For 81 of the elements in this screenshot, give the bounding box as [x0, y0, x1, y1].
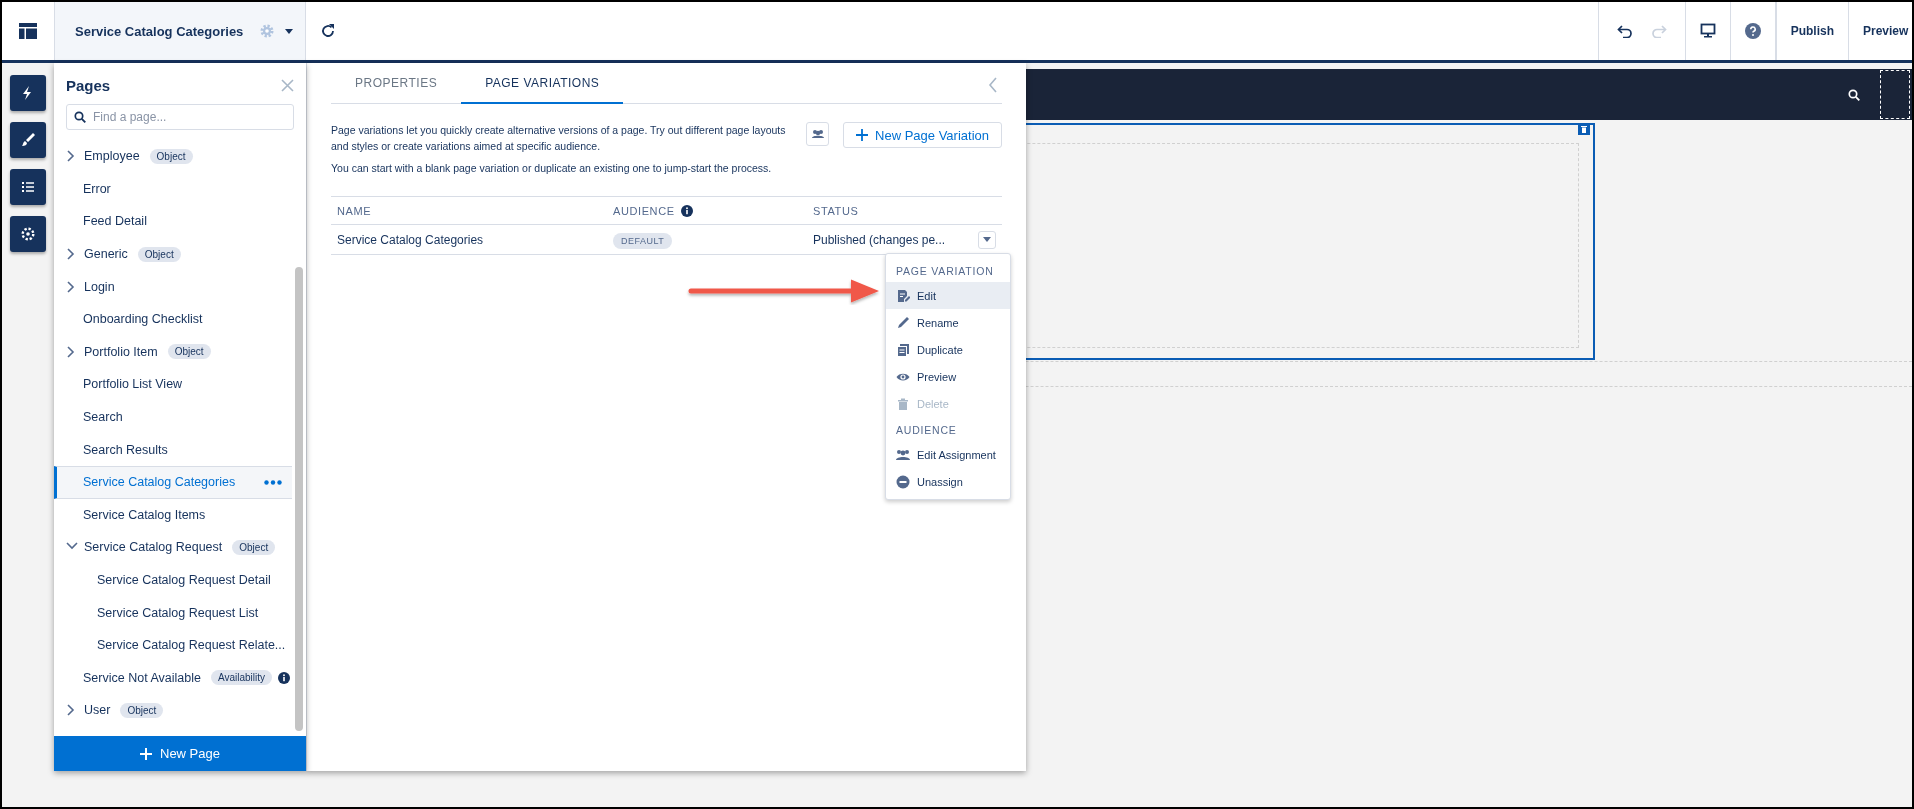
- menu-item[interactable]: Unassign: [886, 468, 1010, 495]
- column-header: AUDIENCE: [613, 204, 675, 217]
- menu-item[interactable]: Preview: [886, 363, 1010, 390]
- placeholder-slot: [1880, 70, 1910, 119]
- plus-icon: [856, 129, 869, 141]
- status-text: Published (changes pe...: [813, 232, 946, 247]
- delete-button[interactable]: [1578, 123, 1590, 135]
- trash-icon: [1580, 125, 1588, 133]
- new-variation-button[interactable]: New Page Variation: [843, 122, 1002, 148]
- search-icon: [74, 111, 86, 123]
- page-item[interactable]: Login: [54, 270, 292, 303]
- group-icon: [811, 129, 824, 139]
- settings-icon: [20, 226, 36, 242]
- page-item[interactable]: Service Catalog Categories: [54, 465, 292, 499]
- table-cell: Service Catalog Categories: [331, 224, 607, 255]
- page-item[interactable]: Onboarding Checklist: [54, 302, 292, 336]
- page-item[interactable]: Service Catalog Items: [54, 498, 292, 532]
- undo-icon[interactable]: [1616, 24, 1633, 38]
- preview-button[interactable]: Preview: [1848, 2, 1912, 60]
- list-icon: [21, 180, 35, 194]
- page-item[interactable]: Service Catalog Request Relate...: [54, 628, 292, 662]
- column-header: NAME: [337, 204, 372, 217]
- caret-icon: [983, 237, 991, 242]
- page-item[interactable]: Portfolio Item Object: [54, 335, 292, 369]
- page-item[interactable]: Service Catalog Request List: [54, 596, 292, 629]
- column-header: STATUS: [813, 204, 859, 217]
- menu-heading: PAGE VARIATION: [895, 264, 995, 279]
- dropdown-button[interactable]: [978, 230, 996, 249]
- page-item[interactable]: Service Catalog Request Detail: [54, 563, 292, 597]
- type-badge: Availability: [210, 670, 272, 686]
- settings-button[interactable]: [10, 216, 46, 252]
- menu-item[interactable]: Edit Assignment: [886, 441, 1010, 468]
- refresh-icon[interactable]: [320, 23, 336, 39]
- page-item[interactable]: Feed Detail: [54, 205, 292, 238]
- pencil-icon: [896, 315, 910, 330]
- menu-item[interactable]: Rename: [886, 309, 1010, 336]
- caret-icon[interactable]: [285, 28, 293, 34]
- page-item[interactable]: Employee Object: [54, 140, 292, 173]
- layout-icon[interactable]: [18, 22, 38, 40]
- page-item[interactable]: Service Not Available Availability: [54, 661, 292, 695]
- description-text: You can start with a blank page variation or duplicate an existing one to jump-start the process.: [331, 161, 773, 176]
- page-item[interactable]: Search: [54, 400, 292, 434]
- trash-icon: [896, 396, 910, 411]
- type-badge: Object: [232, 539, 276, 555]
- publish-button[interactable]: Publish: [1775, 2, 1848, 60]
- page-title: Service Catalog Categories: [75, 23, 244, 39]
- type-badge: Object: [167, 344, 211, 360]
- list-button[interactable]: [10, 169, 46, 205]
- tab[interactable]: PROPERTIES: [331, 63, 462, 104]
- group-icon: [896, 447, 910, 462]
- tab[interactable]: PAGE VARIATIONS: [461, 63, 624, 104]
- search-field[interactable]: Find a page...: [66, 104, 294, 130]
- document-edit-icon: [896, 288, 910, 303]
- description-text: Page variations let you quickly create alternative versions of a page. Try out different page layouts and styles or create variations aimed at specific audience.: [331, 123, 787, 154]
- page-item[interactable]: User Object: [54, 694, 292, 727]
- type-badge: Object: [149, 148, 193, 164]
- new-page-button[interactable]: New Page: [54, 736, 306, 771]
- search-icon[interactable]: [1848, 88, 1860, 101]
- audience-badge: DEFAULT: [613, 232, 673, 249]
- audience-button[interactable]: [805, 122, 830, 146]
- menu-heading: AUDIENCE: [895, 423, 958, 438]
- brush-button[interactable]: [10, 122, 46, 158]
- lightning-button[interactable]: [10, 75, 46, 111]
- page-item[interactable]: Portfolio List View: [54, 368, 292, 401]
- scrollbar-thumb[interactable]: [295, 267, 303, 731]
- menu-item[interactable]: Duplicate: [886, 336, 1010, 363]
- minus-circle-icon: [896, 474, 910, 489]
- brush-icon: [21, 133, 35, 147]
- menu-item[interactable]: Edit: [886, 282, 1010, 309]
- type-badge: Object: [137, 246, 181, 262]
- panel-title: Pages: [66, 77, 111, 94]
- copy-icon: [896, 342, 910, 357]
- type-badge: Object: [120, 702, 164, 718]
- desktop-icon[interactable]: [1699, 23, 1716, 39]
- more-icon[interactable]: [264, 479, 282, 485]
- page-item[interactable]: Search Results: [54, 433, 292, 466]
- page-item[interactable]: Generic Object: [54, 237, 292, 271]
- plus-icon: [140, 747, 152, 760]
- page-item[interactable]: Service Catalog Request Object: [54, 531, 292, 564]
- page-item[interactable]: Error: [54, 172, 292, 206]
- help-icon[interactable]: [1744, 23, 1761, 39]
